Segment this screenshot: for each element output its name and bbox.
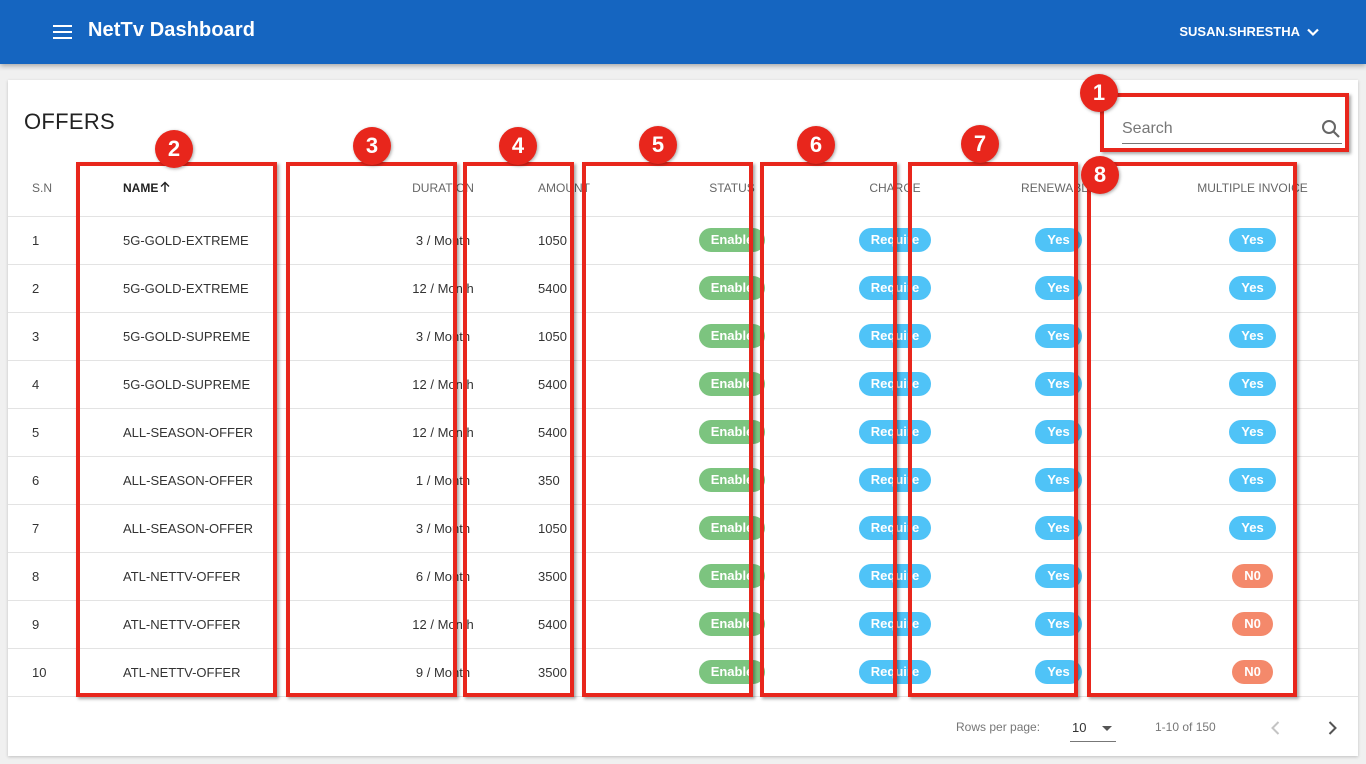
sn-text: 7 [32, 520, 40, 536]
app-bar: NetTv Dashboard SUSAN.SHRESTHA [0, 0, 1366, 64]
rows-per-page-select[interactable]: 10 [1070, 714, 1116, 742]
sn-text: 2 [32, 280, 40, 296]
pagination-range: 1-10 of 150 [1155, 720, 1216, 734]
annotation-number-1: 1 [1080, 74, 1118, 112]
app-title: NetTv Dashboard [88, 19, 256, 41]
sn-text: 4 [32, 376, 40, 392]
annotation-number-2: 2 [155, 130, 193, 168]
annotation-box-renewable [908, 162, 1078, 697]
user-name: SUSAN.SHRESTHA [1179, 24, 1300, 39]
dropdown-arrow-icon [1102, 726, 1112, 731]
sn-text: 9 [32, 616, 40, 632]
sn-text: 8 [32, 568, 40, 584]
chevron-left-icon[interactable] [1264, 716, 1288, 740]
annotation-number-7: 7 [961, 125, 999, 163]
annotation-box-amount [463, 162, 574, 697]
hamburger-menu-icon[interactable] [52, 21, 74, 43]
annotation-box-multiple-invoice [1087, 162, 1297, 697]
annotation-number-6: 6 [797, 126, 835, 164]
annotation-box-status [582, 162, 753, 697]
sn-text: 6 [32, 472, 40, 488]
table-pagination: Rows per page: 10 1-10 of 150 [8, 700, 1358, 756]
annotation-number-5: 5 [639, 126, 677, 164]
annotation-box-search [1100, 93, 1349, 152]
chevron-right-icon[interactable] [1320, 716, 1344, 740]
user-menu[interactable]: SUSAN.SHRESTHA [1179, 24, 1320, 39]
annotation-number-8: 8 [1081, 156, 1119, 194]
sn-text: 10 [32, 664, 47, 680]
annotation-box-duration [286, 162, 457, 697]
annotation-box-charge [760, 162, 897, 697]
chevron-down-icon [1307, 28, 1319, 36]
sn-text: 5 [32, 424, 40, 440]
sn-text: 3 [32, 328, 40, 344]
rows-per-page-label: Rows per page: [956, 720, 1041, 734]
annotation-number-4: 4 [499, 127, 537, 165]
annotation-box-name [76, 162, 277, 697]
rows-per-page-value: 10 [1072, 720, 1087, 735]
annotation-number-3: 3 [353, 127, 391, 165]
sn-text: 1 [32, 232, 40, 248]
page-title: OFFERS [24, 109, 116, 134]
